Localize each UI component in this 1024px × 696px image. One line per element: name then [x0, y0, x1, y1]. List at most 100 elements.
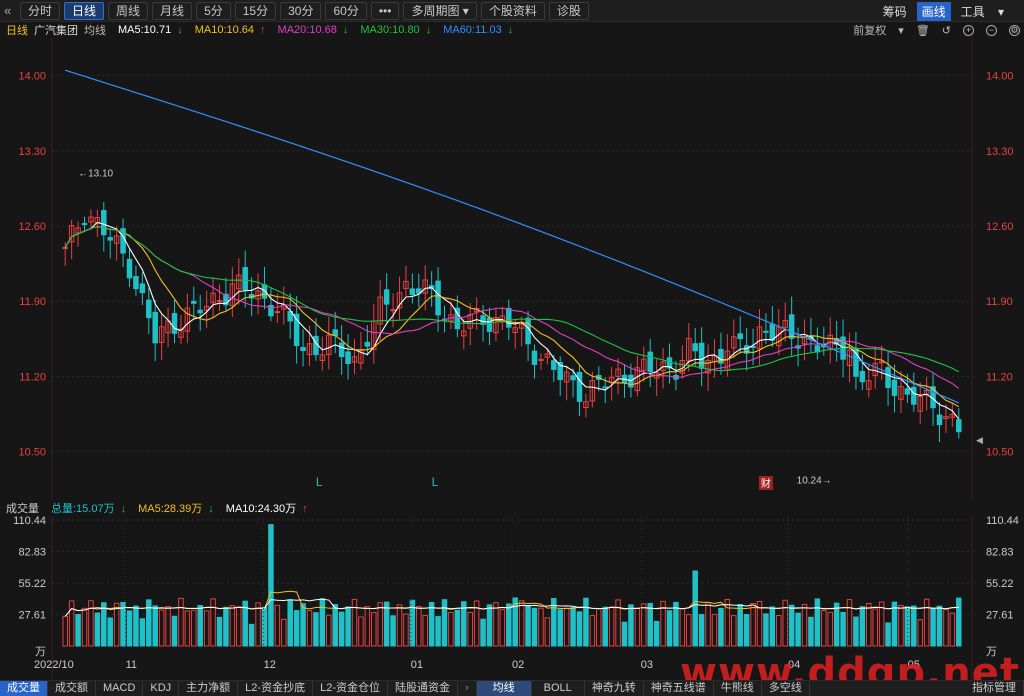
volume-bar [705, 602, 711, 647]
undo-icon[interactable]: ↺ [942, 24, 951, 37]
tab-main-net[interactable]: 主力净额 [179, 680, 239, 696]
volume-bar [943, 609, 949, 647]
trash-icon[interactable]: 🗑 [916, 24, 930, 37]
price-tick-label-left: 12.60 [18, 221, 46, 233]
tab-bull-bear[interactable]: 牛熊线 [714, 680, 762, 696]
volume-bar [338, 611, 345, 647]
volume-bar [859, 606, 866, 647]
volume-bar [332, 604, 338, 647]
settings-icon[interactable]: ⚙ [1009, 24, 1020, 36]
chevron-down-icon[interactable]: ▾ [898, 24, 904, 37]
volume-bar [493, 602, 499, 647]
volume-bar [821, 610, 827, 647]
vol-tick-label-right: 55.22 [986, 578, 1014, 590]
zoom-in-icon[interactable]: + [963, 24, 974, 36]
multi-period-dropdown[interactable]: 多周期图 ▾ [403, 1, 477, 20]
candle-body [152, 311, 158, 344]
tab-l2-bottom[interactable]: L2-资金抄底 [238, 680, 314, 696]
stock-name: 广汽集团 [34, 25, 78, 37]
volume-bar [801, 603, 808, 647]
volume-bar [165, 606, 171, 647]
tab-magic-five[interactable]: 神奇五线谱 [644, 680, 714, 696]
vol-tick-label-left: 27.61 [18, 610, 46, 622]
tab-monthly[interactable]: 月线 [152, 1, 193, 20]
volume-bar [403, 613, 409, 647]
tab-15min[interactable]: 15分 [234, 1, 277, 20]
tab-kdj[interactable]: KDJ [143, 680, 180, 696]
volume-bar [731, 615, 737, 647]
zoom-out-icon[interactable]: − [986, 24, 997, 36]
ma30-line [64, 226, 960, 373]
vol-tick-label-right: 27.61 [986, 610, 1014, 622]
tab-volume[interactable]: 成交量 [0, 680, 48, 696]
ma30-text: MA30:10.80 [360, 24, 420, 36]
volume-bar [711, 613, 718, 647]
volume-bar [788, 604, 795, 647]
volume-bar [287, 599, 293, 647]
volume-bar [261, 606, 268, 647]
volume-bar [467, 611, 473, 647]
adjust-dropdown[interactable]: 前复权 [853, 22, 886, 38]
volume-bar [396, 604, 403, 647]
vol-tick-label-left: 82.83 [18, 547, 46, 559]
volume-bar [923, 598, 930, 647]
volume-bar [653, 620, 660, 647]
tab-fenshi[interactable]: 分时 [20, 1, 61, 20]
tab-indicator-manage[interactable]: 指标管理 [965, 680, 1024, 696]
more-button[interactable]: ••• [370, 1, 400, 20]
tab-daily[interactable]: 日线 [64, 1, 105, 20]
tab-l2-position[interactable]: L2-资金仓位 [313, 680, 388, 696]
tab-60min[interactable]: 60分 [325, 1, 367, 20]
tab-northbound[interactable]: 陆股通资金 [388, 680, 458, 696]
volume-bar [570, 606, 576, 647]
tab-next-icon[interactable]: › [458, 680, 477, 696]
volume-bar [763, 613, 769, 647]
candle-body [81, 223, 88, 226]
arrow-down-icon: ↓ [507, 24, 514, 36]
volume-bar [686, 614, 692, 647]
volume-bar [178, 597, 184, 647]
volume-bar [930, 608, 936, 647]
tab-ma[interactable]: 均线 [476, 680, 532, 696]
back-icon[interactable]: « [4, 3, 16, 18]
arrow-down-icon: ↓ [342, 24, 349, 36]
volume-bar [351, 598, 358, 647]
volume-bar [673, 601, 679, 647]
candle-body [107, 237, 113, 241]
candle-body [911, 386, 917, 405]
stock-info-button[interactable]: 个股资料 [480, 1, 545, 20]
tab-boll[interactable]: BOLL [532, 680, 585, 696]
volume-bar [544, 617, 551, 647]
candle-body [859, 371, 866, 383]
volume-bar [641, 603, 647, 647]
tab-5min[interactable]: 5分 [196, 1, 231, 20]
tab-turnover[interactable]: 成交额 [48, 680, 96, 696]
tab-macd[interactable]: MACD [96, 680, 144, 696]
volume-bar [300, 603, 306, 647]
chips-button[interactable]: 筹码 [883, 3, 907, 20]
toolbar-right: 筹码 画线 工具 ▾ [883, 0, 1024, 22]
volume-bar [898, 604, 904, 647]
candle-body [139, 283, 146, 294]
vol-tick-label-left: 110.44 [13, 516, 46, 527]
price-tick-label-right: 12.60 [986, 221, 1014, 233]
volume-bar [750, 602, 756, 647]
volume-bar [152, 605, 158, 647]
tab-30min[interactable]: 30分 [280, 1, 322, 20]
tab-magic-nine[interactable]: 神奇九转 [585, 680, 644, 696]
volume-bar [525, 604, 531, 647]
volume-bar [576, 611, 583, 647]
candlestick-chart[interactable]: 14.00 14.00 13.30 13.30 12.60 12.60 11.90 11.90… [0, 38, 1024, 500]
volume-bar [563, 607, 570, 647]
tools-button[interactable]: 工具 ▾ [961, 3, 1014, 20]
volume-bar [666, 610, 673, 647]
tab-weekly[interactable]: 周线 [108, 1, 149, 20]
arrow-down-icon: ↓ [208, 503, 214, 515]
ma-label[interactable]: 均线 [84, 22, 106, 38]
draw-line-button[interactable]: 画线 [916, 1, 951, 21]
candle-body [737, 333, 743, 340]
volume-bar [248, 623, 255, 647]
diagnose-button[interactable]: 诊股 [548, 1, 589, 20]
candle-body [531, 350, 538, 365]
tab-long-short[interactable]: 多空线 [762, 680, 810, 696]
